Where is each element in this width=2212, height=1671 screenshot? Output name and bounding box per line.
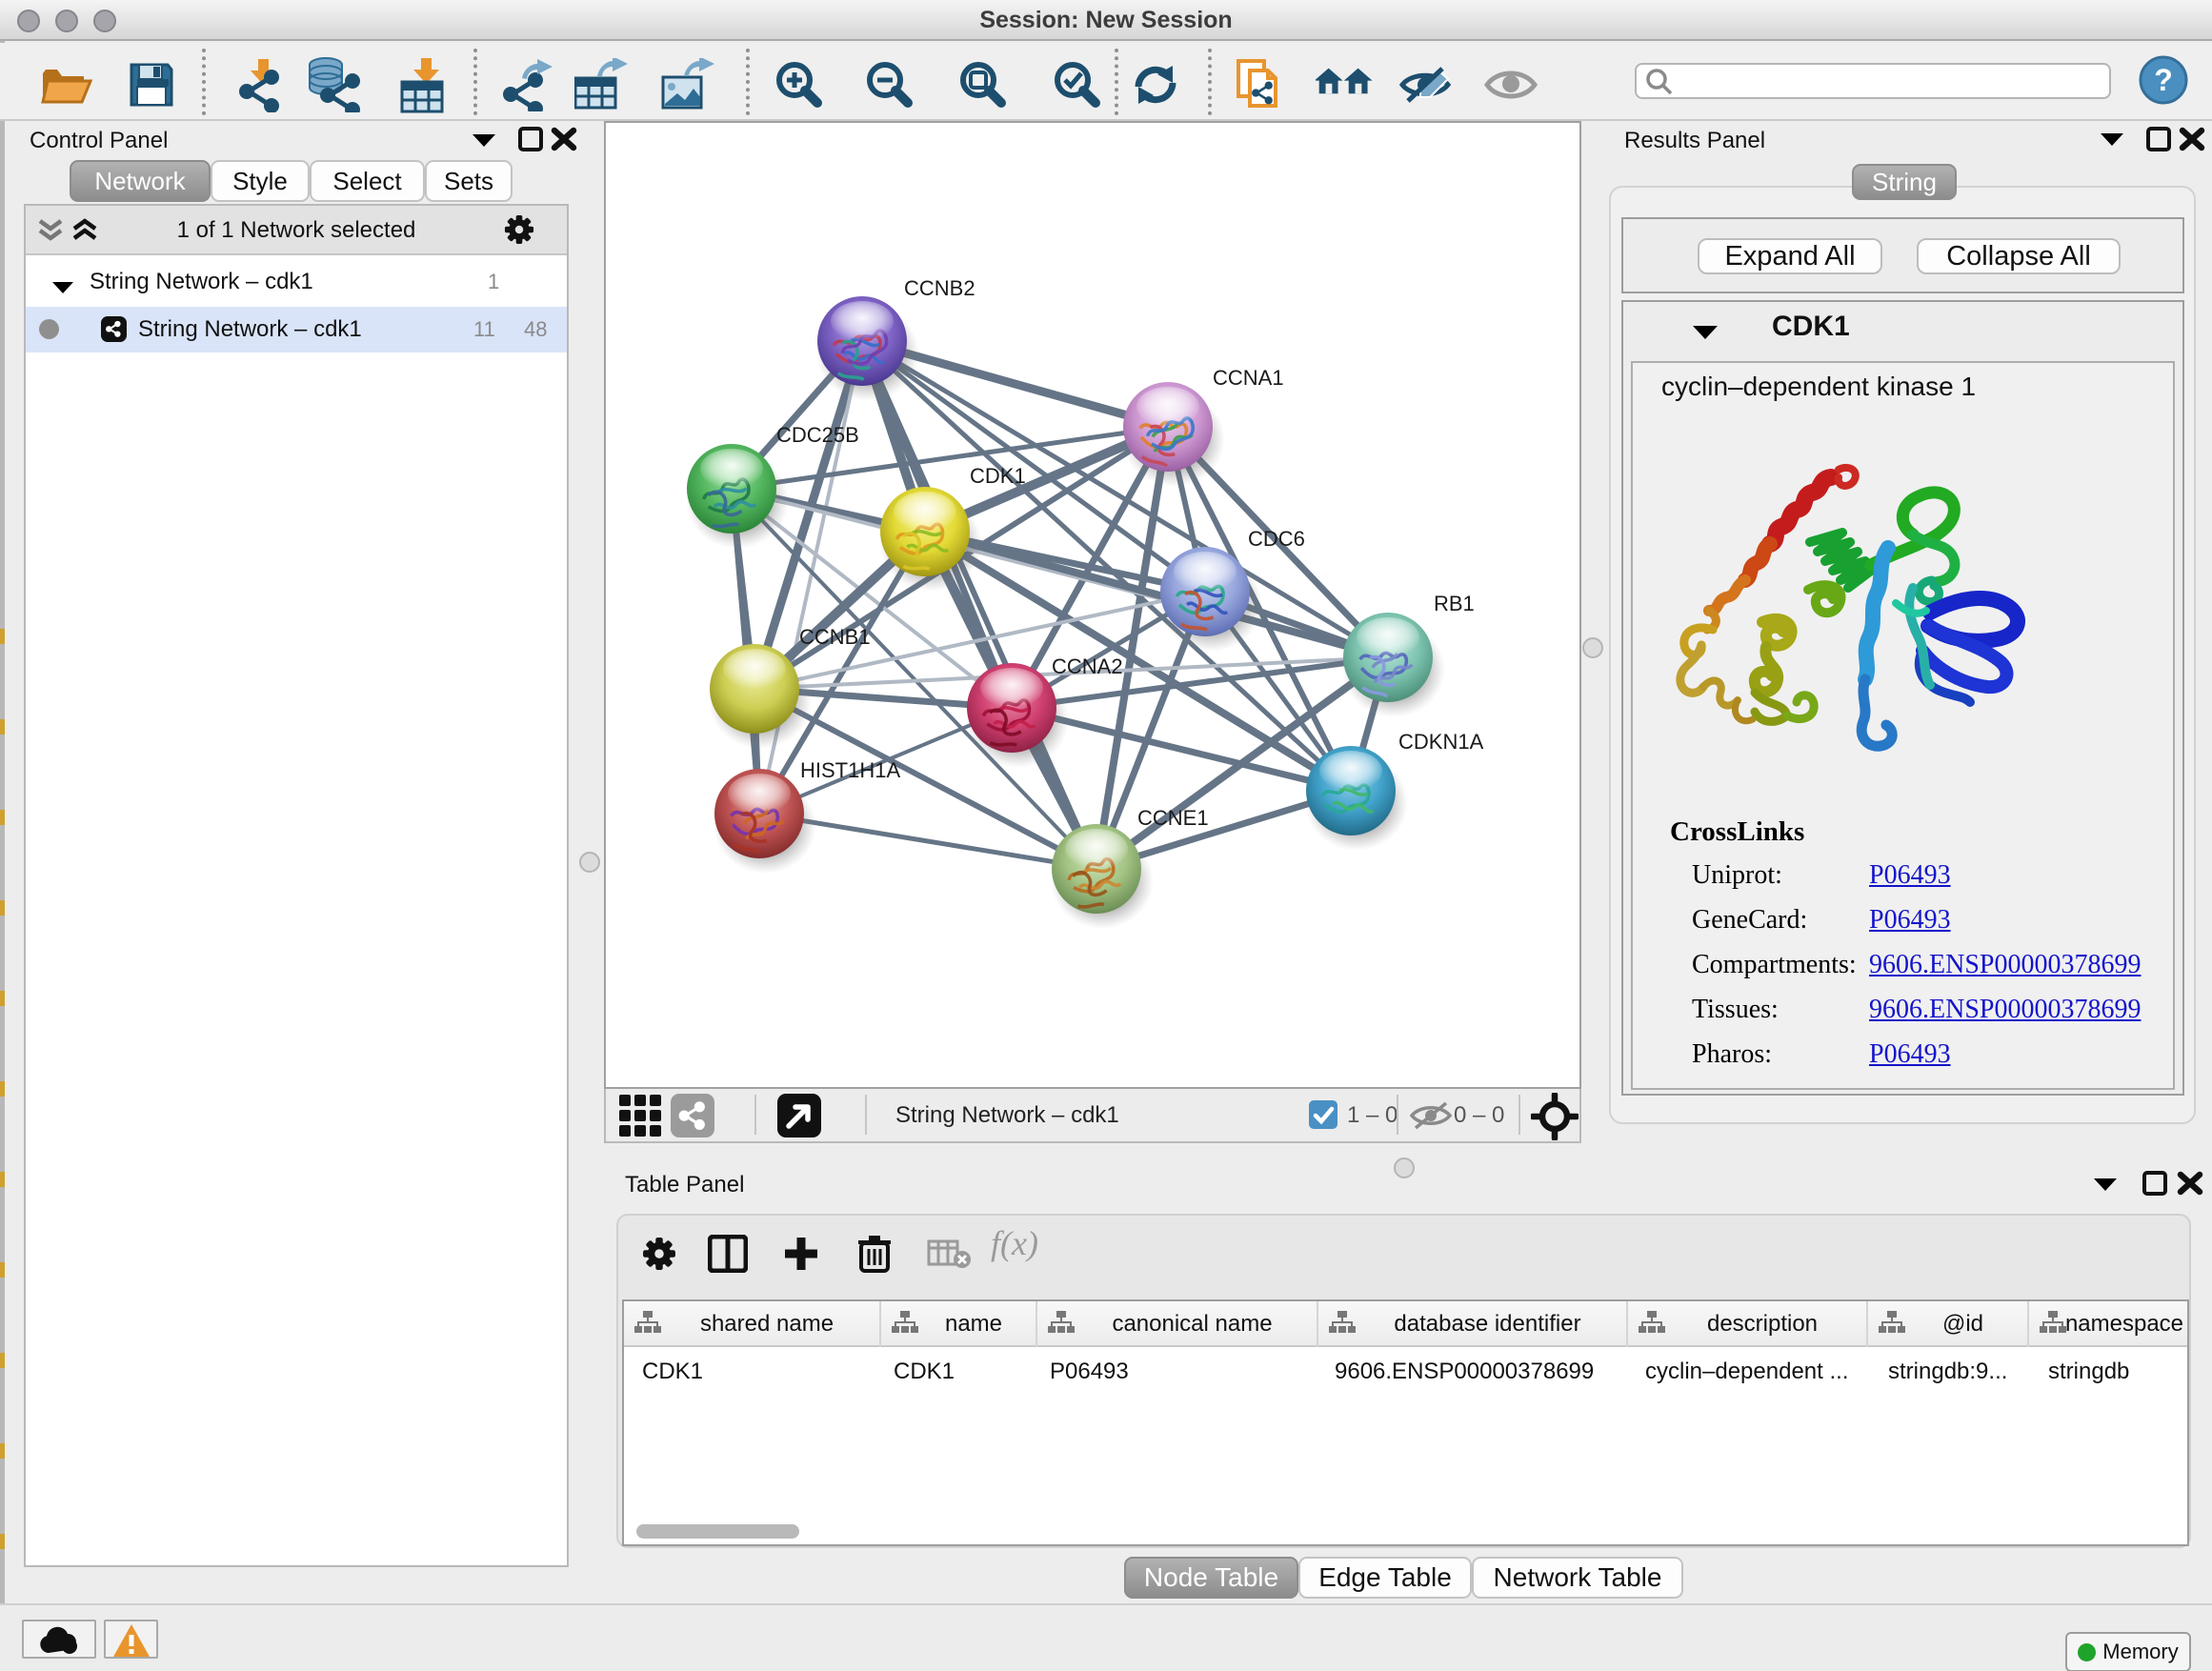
svg-text:RB1: RB1 — [1434, 592, 1475, 615]
svg-text:?: ? — [2154, 63, 2173, 97]
svg-text:CDK1: CDK1 — [970, 464, 1026, 488]
svg-text:CCNB2: CCNB2 — [904, 276, 975, 300]
svg-text:CDKN1A: CDKN1A — [1398, 730, 1484, 754]
svg-text:HIST1H1A: HIST1H1A — [800, 758, 900, 782]
svg-text:CCNB1: CCNB1 — [799, 625, 871, 649]
svg-text:CDC25B: CDC25B — [776, 423, 859, 447]
svg-text:CCNE1: CCNE1 — [1137, 806, 1209, 830]
svg-text:CDC6: CDC6 — [1248, 527, 1305, 551]
svg-text:CCNA2: CCNA2 — [1052, 654, 1123, 678]
svg-text:CCNA1: CCNA1 — [1213, 366, 1284, 390]
